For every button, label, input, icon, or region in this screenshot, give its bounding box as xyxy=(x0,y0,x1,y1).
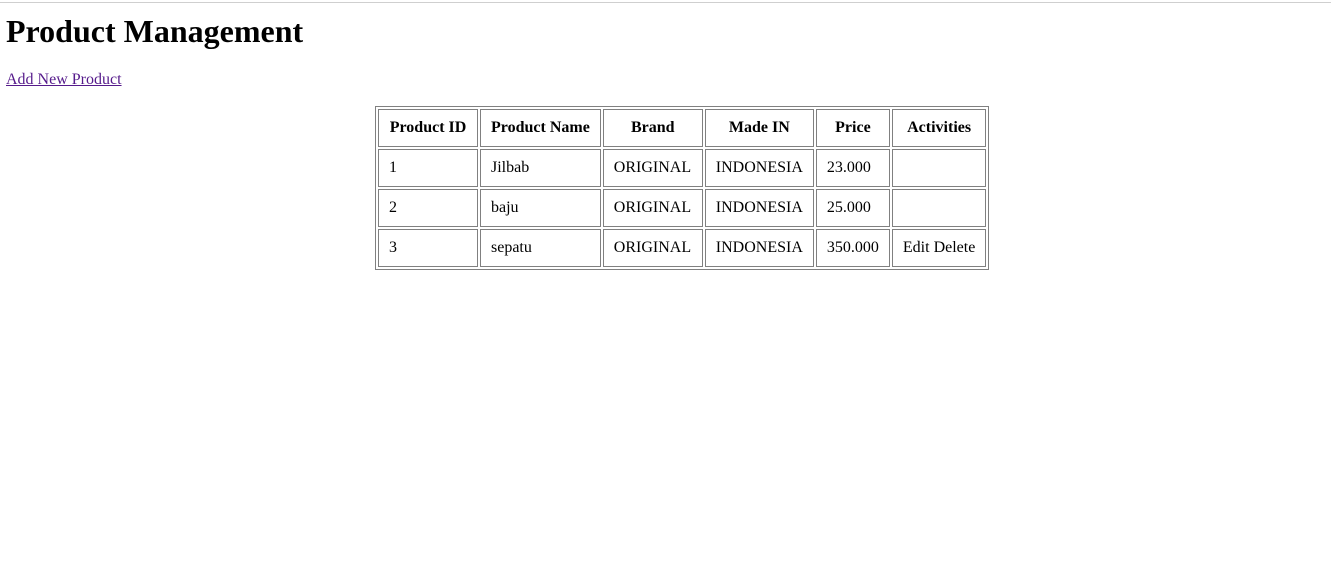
cell-made-in: INDONESIA xyxy=(704,189,814,227)
header-activities: Activities xyxy=(891,109,987,147)
cell-price: 23.000 xyxy=(815,149,890,187)
cell-product-name: sepatu xyxy=(480,229,601,267)
product-table: Product ID Product Name Brand Made IN Pr… xyxy=(375,106,990,270)
add-new-product-link[interactable]: Add New Product xyxy=(6,70,122,90)
top-divider xyxy=(0,2,1331,3)
cell-price: 350.000 xyxy=(815,229,890,267)
cell-product-name: baju xyxy=(480,189,601,227)
cell-made-in: INDONESIA xyxy=(704,229,814,267)
edit-link[interactable]: Edit xyxy=(903,239,930,256)
cell-brand: ORIGINAL xyxy=(602,229,703,267)
cell-brand: ORIGINAL xyxy=(602,149,703,187)
table-header-row: Product ID Product Name Brand Made IN Pr… xyxy=(378,109,987,147)
cell-product-id: 2 xyxy=(378,189,478,227)
cell-activities xyxy=(891,189,987,227)
cell-product-name: Jilbab xyxy=(480,149,601,187)
header-made-in: Made IN xyxy=(704,109,814,147)
table-row: 2 baju ORIGINAL INDONESIA 25.000 xyxy=(378,189,987,227)
header-product-name: Product Name xyxy=(480,109,601,147)
cell-activities xyxy=(891,149,987,187)
cell-activities: Edit Delete xyxy=(891,229,987,267)
header-product-id: Product ID xyxy=(378,109,478,147)
cell-brand: ORIGINAL xyxy=(602,189,703,227)
cell-product-id: 1 xyxy=(378,149,478,187)
cell-product-id: 3 xyxy=(378,229,478,267)
page-title: Product Management xyxy=(6,13,304,49)
header-price: Price xyxy=(815,109,890,147)
delete-link[interactable]: Delete xyxy=(934,239,976,256)
table-row: 1 Jilbab ORIGINAL INDONESIA 23.000 xyxy=(378,149,987,187)
cell-made-in: INDONESIA xyxy=(704,149,814,187)
header-brand: Brand xyxy=(602,109,703,147)
table-row: 3 sepatu ORIGINAL INDONESIA 350.000 Edit… xyxy=(378,229,987,267)
cell-price: 25.000 xyxy=(815,189,890,227)
